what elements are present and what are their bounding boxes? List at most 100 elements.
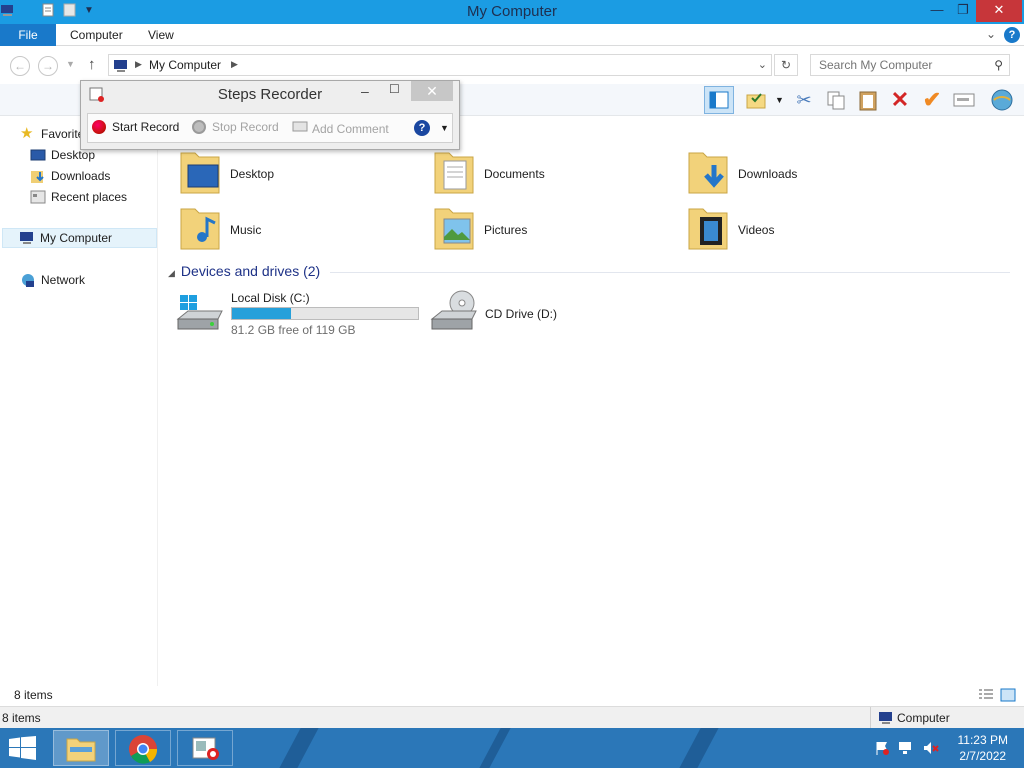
help-icon[interactable]: ? [1004, 27, 1020, 43]
globe-icon[interactable] [990, 88, 1014, 112]
start-button[interactable] [8, 736, 38, 760]
drive-usage-fill [232, 308, 292, 319]
taskbar: 11:23 PM 2/7/2022 [0, 728, 1024, 768]
pictures-folder-icon [432, 203, 476, 256]
drive-cd[interactable]: CD Drive (D:) [430, 289, 557, 338]
computer-icon [878, 710, 894, 729]
refresh-button[interactable]: ↻ [774, 54, 798, 76]
details-view-icon[interactable] [978, 688, 994, 705]
search-box[interactable]: ⚲ [810, 54, 1010, 76]
chevron-right-icon[interactable]: ▶ [231, 59, 238, 70]
stop-record-button[interactable]: Stop Record [192, 120, 279, 134]
cut-icon[interactable]: ✂ [792, 88, 816, 112]
drive-info: Local Disk (C:) 81.2 GB free of 119 GB [231, 291, 419, 337]
chevron-down-icon[interactable]: ▼ [775, 95, 784, 105]
paste-icon[interactable] [856, 88, 880, 112]
breadcrumb[interactable]: My Computer [149, 58, 221, 72]
address-bar[interactable]: ▶ My Computer ▶ ⌄ [108, 54, 772, 76]
folder-downloads[interactable]: Downloads [686, 147, 797, 200]
music-folder-icon [178, 203, 222, 256]
folder-music[interactable]: Music [178, 203, 261, 256]
steps-recorder-icon [191, 736, 221, 765]
network-status-icon[interactable] [898, 740, 914, 759]
taskbar-steps-recorder[interactable] [177, 730, 233, 766]
ribbon-tabs: File Computer View ⌄ ? [0, 24, 1024, 46]
drive-free-space: 81.2 GB free of 119 GB [231, 323, 356, 337]
tab-computer[interactable]: Computer [56, 24, 137, 46]
chevron-down-icon[interactable]: ⌄ [758, 58, 767, 71]
chevron-right-icon[interactable]: ▶ [135, 59, 142, 70]
folder-label: Downloads [738, 166, 798, 181]
forward-button[interactable]: → [38, 56, 58, 76]
location-label: Computer [897, 711, 950, 725]
status-bar: 8 items [0, 686, 1024, 706]
close-button[interactable]: ✕ [411, 81, 453, 101]
maximize-button[interactable]: ☐ [389, 82, 400, 96]
taskbar-file-explorer[interactable] [53, 730, 109, 766]
downloads-folder-icon [686, 147, 730, 200]
add-comment-button[interactable]: Add Comment [292, 120, 389, 137]
large-icons-view-icon[interactable] [1000, 688, 1016, 705]
title-bar: ▼ My Computer — ❐ ✕ [0, 0, 1024, 24]
computer-icon [19, 230, 35, 246]
devices-heading: Devices and drives (2) [180, 263, 321, 279]
devices-section-header[interactable]: ◢ Devices and drives (2) [168, 263, 320, 279]
start-record-button[interactable]: Start Record [92, 120, 179, 134]
action-center-flag-icon[interactable] [874, 740, 890, 759]
record-icon [92, 120, 106, 134]
taskbar-chrome[interactable] [115, 730, 171, 766]
rename-icon[interactable] [952, 88, 976, 112]
help-menu-button[interactable]: ? ▼ [414, 120, 449, 136]
downloads-icon [30, 168, 46, 184]
section-divider [330, 272, 1010, 273]
copy-icon[interactable] [824, 88, 848, 112]
minimize-button[interactable]: – [361, 83, 369, 99]
drive-label: CD Drive (D:) [485, 306, 557, 321]
desktop-folder-icon [178, 147, 222, 200]
star-icon: ★ [20, 125, 34, 142]
checkmark-icon[interactable]: ✔ [920, 87, 944, 112]
up-arrow-icon[interactable]: ↑ [88, 56, 96, 73]
window-title: My Computer [466, 3, 558, 20]
nav-label: Recent places [51, 190, 128, 204]
stop-icon [192, 120, 206, 134]
videos-folder-icon [686, 203, 730, 256]
nav-item-network[interactable]: Network [20, 270, 85, 290]
documents-folder-icon [432, 147, 476, 200]
delete-icon[interactable]: ✕ [888, 87, 912, 112]
close-button[interactable]: ✕ [976, 0, 1022, 22]
search-icon[interactable]: ⚲ [994, 58, 1003, 72]
expand-ribbon-icon[interactable]: ⌄ [986, 27, 996, 41]
nav-label: Desktop [51, 148, 96, 162]
tab-file[interactable]: File [0, 24, 56, 46]
folder-videos[interactable]: Videos [686, 203, 774, 256]
nav-item-downloads[interactable]: Downloads [30, 166, 110, 186]
restore-button[interactable]: ❐ [948, 0, 978, 22]
steps-recorder-title: Steps Recorder [217, 86, 323, 103]
folder-pictures[interactable]: Pictures [432, 203, 527, 256]
nav-item-recent-places[interactable]: Recent places [30, 187, 127, 207]
nav-label: My Computer [40, 231, 113, 245]
clock-time: 11:23 PM [957, 733, 1008, 747]
navigation-pane-icon[interactable] [704, 86, 734, 114]
system-clock[interactable]: 11:23 PM 2/7/2022 [958, 732, 1008, 764]
item-count: 8 items [14, 688, 53, 702]
taskbar-decoration [479, 728, 511, 768]
computer-icon [113, 58, 129, 77]
navigation-pane: ★ Favorites Desktop Downloads Recent pla… [0, 117, 158, 687]
drive-local-disk[interactable]: Local Disk (C:) 81.2 GB free of 119 GB [176, 289, 419, 338]
search-input[interactable] [811, 55, 981, 75]
drive-label: Local Disk (C:) [231, 291, 310, 305]
windows-drive-icon [176, 289, 226, 338]
item-count: 8 items [2, 711, 41, 725]
tab-view[interactable]: View [134, 24, 188, 46]
folder-documents[interactable]: Documents [432, 147, 545, 200]
select-folder-icon[interactable] [744, 88, 768, 112]
nav-label: Downloads [51, 169, 111, 183]
back-button[interactable]: ← [10, 56, 30, 76]
collapse-arrow-icon[interactable]: ◢ [168, 268, 175, 278]
volume-muted-icon[interactable] [922, 740, 940, 759]
folder-desktop[interactable]: Desktop [178, 147, 274, 200]
nav-item-my-computer[interactable]: My Computer [2, 228, 157, 248]
recent-locations-icon[interactable]: ▼ [66, 59, 75, 69]
